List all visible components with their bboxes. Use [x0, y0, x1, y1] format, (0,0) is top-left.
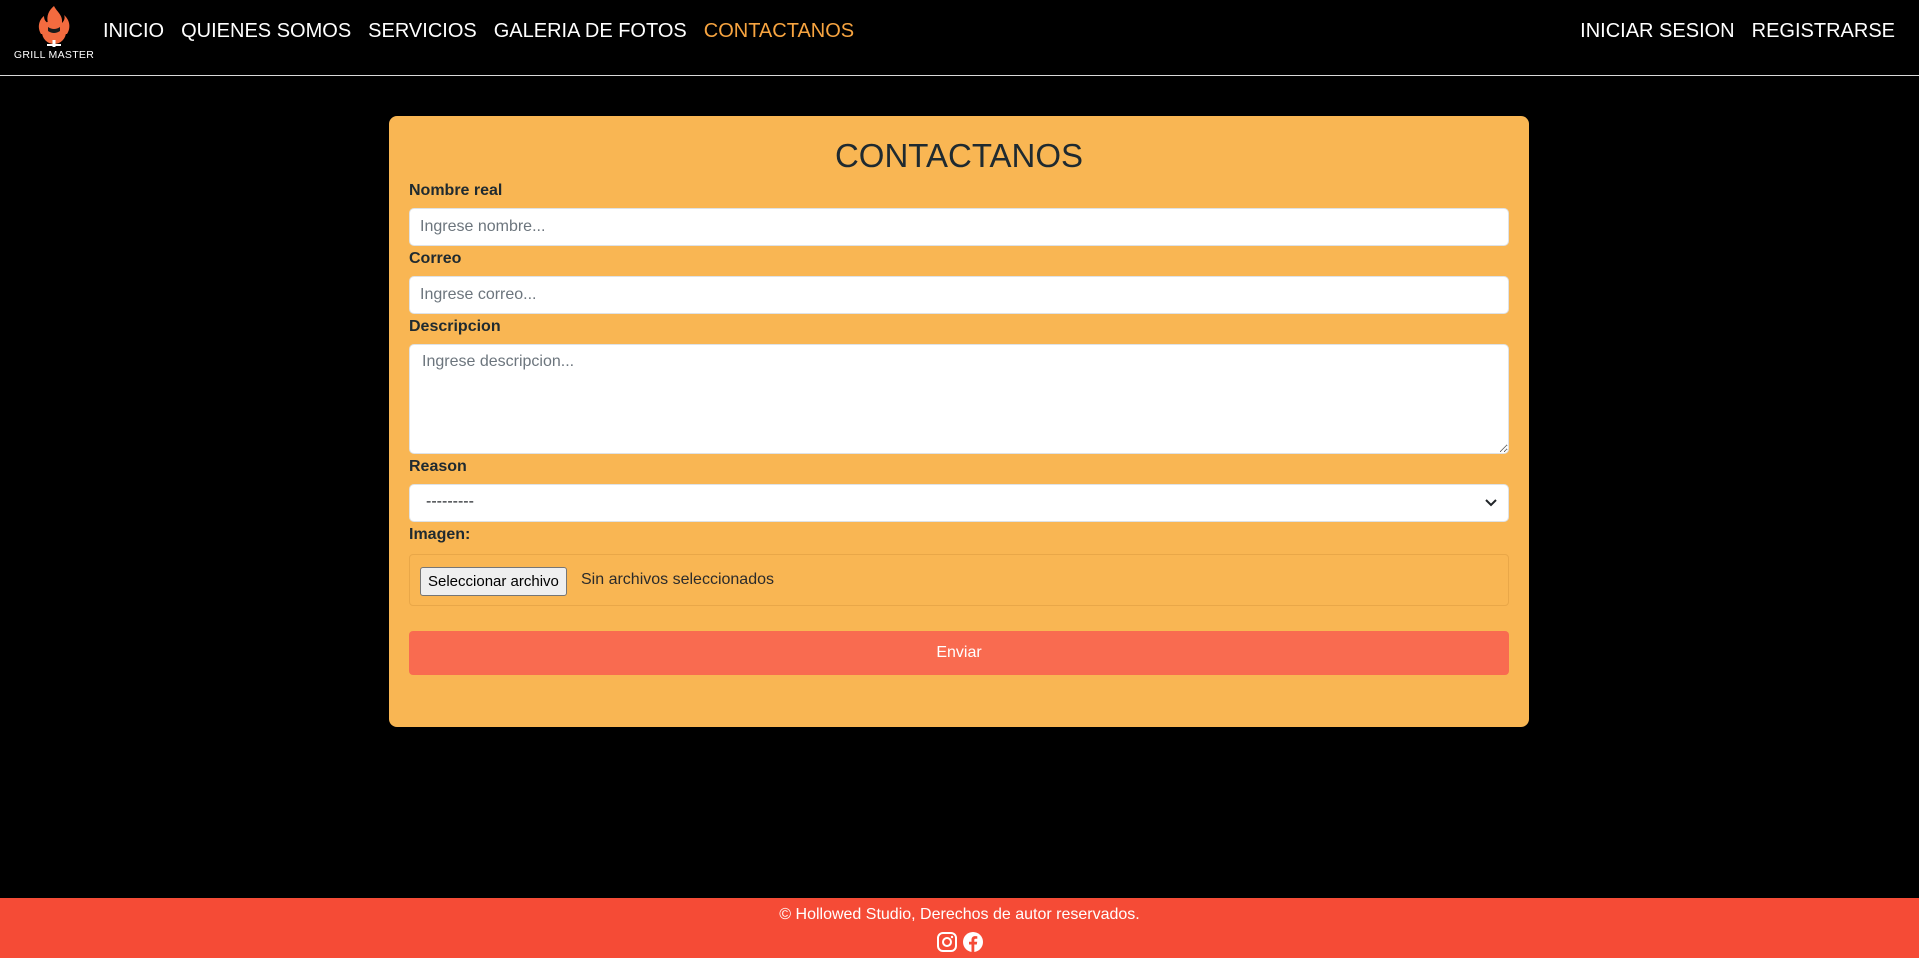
- description-textarea[interactable]: [409, 344, 1509, 454]
- image-label: Imagen:: [409, 526, 471, 543]
- name-label: Nombre real: [409, 182, 503, 199]
- reason-selected-value: ---------: [426, 493, 474, 510]
- contact-form-card: CONTACTANOS Nombre real Correo Descripci…: [389, 116, 1529, 727]
- instagram-icon[interactable]: [936, 931, 958, 958]
- page-title: CONTACTANOS: [834, 137, 1084, 174]
- flame-grill-icon: [38, 6, 70, 47]
- email-input[interactable]: [409, 276, 1509, 314]
- chevron-down-icon: [1485, 499, 1497, 507]
- nav-links-left: INICIO QUIENES SOMOS SERVICIOS GALERIA D…: [103, 20, 854, 43]
- register-link[interactable]: REGISTRARSE: [1752, 20, 1895, 43]
- navbar: GRILL MASTER INICIO QUIENES SOMOS SERVIC…: [0, 0, 1919, 76]
- nav-link-contactanos[interactable]: CONTACTANOS: [704, 20, 854, 43]
- brand-name: GRILL MASTER: [13, 49, 95, 61]
- description-label: Descripcion: [409, 318, 501, 335]
- nav-link-galeria[interactable]: GALERIA DE FOTOS: [494, 20, 687, 43]
- brand-logo[interactable]: GRILL MASTER: [12, 4, 96, 66]
- nav-link-servicios[interactable]: SERVICIOS: [368, 20, 477, 43]
- reason-select[interactable]: ---------: [409, 484, 1509, 522]
- email-label: Correo: [409, 250, 462, 267]
- social-icons: [0, 931, 1919, 958]
- nav-links-right: INICIAR SESION REGISTRARSE: [1580, 20, 1895, 43]
- file-upload-field: Seleccionar archivo Sin archivos selecci…: [409, 554, 1509, 606]
- login-link[interactable]: INICIAR SESION: [1580, 20, 1734, 43]
- nav-link-quienes-somos[interactable]: QUIENES SOMOS: [181, 20, 351, 43]
- file-status-text: Sin archivos seleccionados: [581, 571, 774, 588]
- facebook-icon[interactable]: [962, 931, 984, 958]
- choose-file-button[interactable]: Seleccionar archivo: [420, 567, 567, 596]
- copyright-text: © Hollowed Studio, Derechos de autor res…: [779, 906, 1140, 923]
- footer: © Hollowed Studio, Derechos de autor res…: [0, 898, 1919, 958]
- reason-label: Reason: [409, 458, 467, 475]
- name-input[interactable]: [409, 208, 1509, 246]
- submit-button[interactable]: Enviar: [409, 631, 1509, 675]
- nav-link-inicio[interactable]: INICIO: [103, 20, 164, 43]
